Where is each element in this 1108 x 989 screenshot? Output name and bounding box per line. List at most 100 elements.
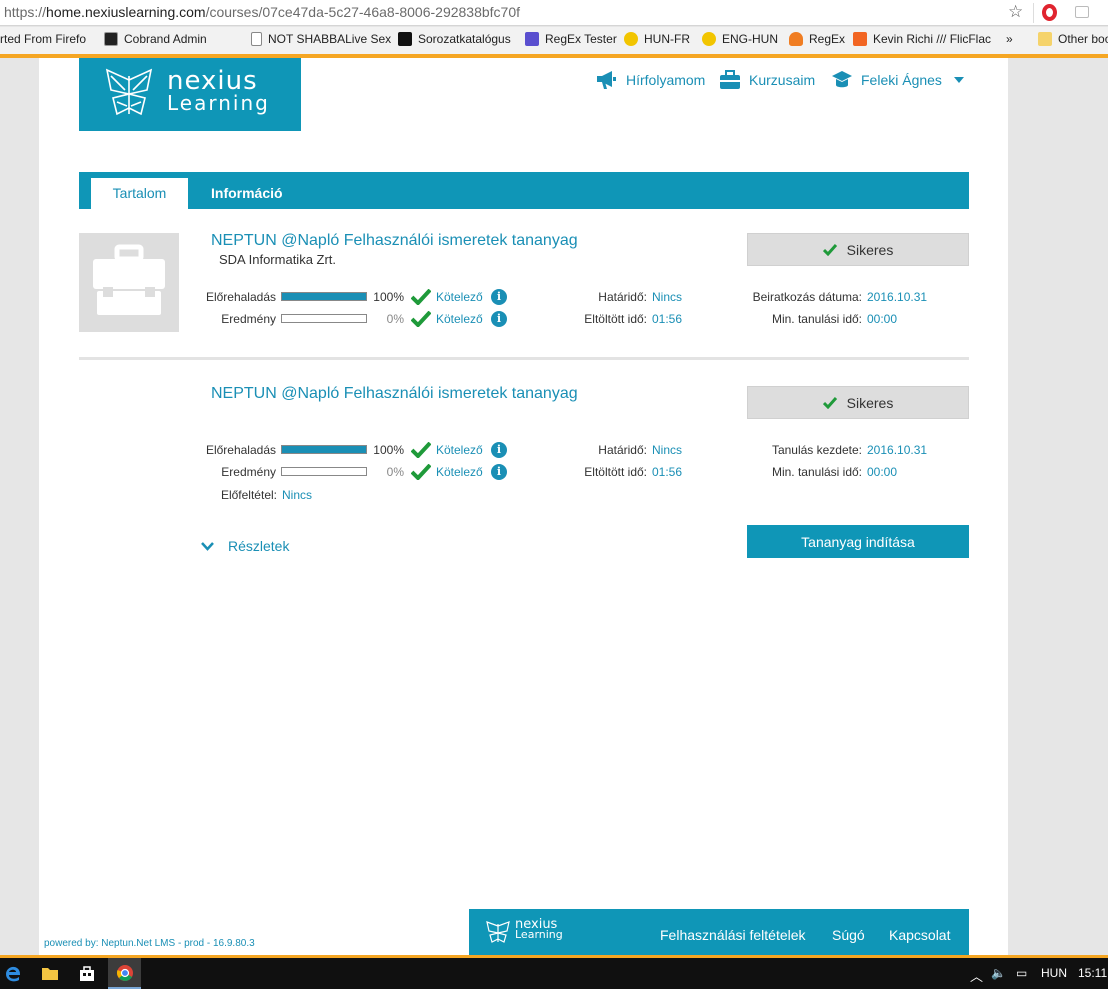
bookmark-folder[interactable]: Other boo — [1038, 32, 1108, 46]
info-icon[interactable]: i — [491, 311, 507, 327]
bookmark-label: Other boo — [1058, 32, 1108, 46]
course-title[interactable]: NEPTUN @Napló Felhasználói ismeretek tan… — [211, 232, 578, 250]
info-icon[interactable]: i — [491, 289, 507, 305]
url-field[interactable]: https://home.nexiuslearning.com/courses/… — [4, 4, 520, 20]
nav-feed[interactable]: Hírfolyamom — [596, 70, 705, 90]
bookmark-item[interactable]: Sorozatkatalógus — [398, 32, 511, 46]
nav-courses-label: Kurzusaim — [749, 72, 816, 88]
start-date-label: Tanulás kezdete: — [771, 443, 862, 457]
bookmark-item[interactable]: Kevin Richi /// FlicFlac — [853, 32, 991, 46]
material-result-row: Eredmény 0% Kötelező i Eltöltött idő: 01… — [39, 464, 1008, 480]
min-time-label: Min. tanulási idő: — [771, 465, 862, 479]
tray-expand-icon[interactable]: ︿ — [970, 966, 983, 985]
check-icon — [411, 442, 431, 458]
terminal-icon — [104, 32, 118, 46]
bookmark-item[interactable]: RegEx — [789, 32, 845, 46]
bookmark-label: HUN-FR — [644, 32, 690, 46]
volume-icon[interactable]: 🔈 — [991, 966, 1006, 980]
bookmark-label: RegEx — [809, 32, 846, 46]
address-bar[interactable]: https://home.nexiuslearning.com/courses/… — [0, 0, 1108, 26]
powered-by: powered by: Neptun.Net LMS - prod - 16.9… — [44, 938, 255, 949]
tab-info[interactable]: Információ — [211, 178, 283, 209]
result-bar — [281, 467, 367, 476]
required-label: Kötelező — [436, 290, 483, 304]
page: nexius Learning Hírfolyamom Kurzusaim Fe… — [39, 58, 1008, 955]
opera-extension-icon[interactable] — [1042, 4, 1057, 21]
logo-line-2: Learning — [167, 91, 270, 115]
url-scheme: https:// — [4, 4, 47, 20]
overflow-chevron-icon: » — [1006, 32, 1013, 46]
bookmark-label: Sorozatkatalógus — [418, 32, 511, 46]
progress-label: Előrehaladás — [205, 443, 276, 457]
prerequisite-label: Előfeltétel: — [220, 488, 277, 502]
tab-content[interactable]: Tartalom — [91, 178, 188, 209]
store-icon[interactable] — [74, 958, 100, 989]
spent-label: Eltöltött idő: — [584, 312, 647, 326]
required-tag: Kötelező — [411, 311, 483, 327]
start-material-button[interactable]: Tananyag indítása — [747, 525, 969, 558]
url-path: /courses/07ce47da-5c27-46a8-8006-292838b… — [205, 4, 521, 20]
store-bag-icon — [80, 965, 94, 981]
bookmark-label: NOT SHABBALive Sex — [268, 32, 392, 46]
progress-bar-fill — [282, 293, 366, 300]
user-menu[interactable]: Feleki Ágnes — [831, 70, 972, 90]
taskbar: ︿ 🔈 ▭ HUN 15:11 — [0, 958, 1108, 989]
info-icon[interactable]: i — [491, 442, 507, 458]
chrome-icon[interactable] — [108, 958, 141, 989]
required-tag: Kötelező — [411, 289, 483, 305]
logo[interactable]: nexius Learning — [79, 58, 301, 131]
check-icon — [822, 396, 837, 409]
details-toggle[interactable]: Részletek — [201, 538, 289, 554]
bookmark-label: Kevin Richi /// FlicFlac — [873, 32, 992, 46]
user-name: Feleki Ágnes — [861, 72, 942, 88]
footer-logo-line-2: Learning — [515, 928, 563, 941]
progress-percent: 100% — [373, 290, 404, 304]
dictionary-icon — [624, 32, 638, 46]
bookmark-item[interactable]: rted From Firefo — [0, 32, 86, 46]
spent-value: 01:56 — [652, 312, 683, 326]
deadline-value: Nincs — [652, 290, 683, 304]
min-time-value: 00:00 — [867, 312, 898, 326]
nav-courses[interactable]: Kurzusaim — [719, 70, 815, 90]
language-indicator[interactable]: HUN — [1041, 966, 1067, 980]
extension-icon[interactable] — [1075, 6, 1089, 18]
terms-link[interactable]: Felhasználási feltételek — [660, 927, 806, 943]
bookmark-item[interactable]: ENG-HUN — [702, 32, 778, 46]
bookmark-star-icon[interactable]: ☆ — [1008, 2, 1023, 22]
course-company: SDA Informatika Zrt. — [219, 252, 337, 267]
bookmark-item[interactable]: HUN-FR — [624, 32, 690, 46]
course-status-label: Sikeres — [846, 241, 894, 258]
bookmarks-bar: rted From Firefo Cobrand Admin NOT SHABB… — [0, 27, 1108, 54]
bookmark-item[interactable]: RegEx Tester — [525, 32, 617, 46]
enroll-value: 2016.10.31 — [867, 290, 928, 304]
edge-icon[interactable] — [0, 958, 26, 989]
check-icon — [822, 243, 837, 256]
logo-line-1: nexius — [167, 66, 258, 96]
bookmark-label: RegEx Tester — [545, 32, 617, 46]
logo-text: nexius Learning — [167, 66, 270, 115]
prerequisite-row: Előfeltétel: Nincs — [39, 487, 439, 503]
file-explorer-icon[interactable] — [37, 958, 63, 989]
tab-bar: Tartalom Információ — [79, 172, 969, 209]
bookmarks-overflow-button[interactable]: » — [1006, 32, 1013, 46]
result-percent: 0% — [386, 465, 404, 479]
deadline-label: Határidő: — [598, 443, 647, 457]
material-title[interactable]: NEPTUN @Napló Felhasználói ismeretek tan… — [211, 385, 578, 403]
edge-browser-icon — [6, 966, 20, 981]
url-host: home.nexiuslearning.com — [46, 4, 206, 20]
material-status-badge: Sikeres — [747, 386, 969, 419]
graduation-cap-icon — [832, 71, 852, 88]
result-bar — [281, 314, 367, 323]
deadline-value: Nincs — [652, 443, 683, 457]
course-result-row: Eredmény 0% Kötelező i Eltöltött idő: 01… — [39, 311, 1008, 327]
progress-percent: 100% — [373, 443, 404, 457]
network-icon[interactable]: ▭ — [1016, 966, 1027, 980]
contact-link[interactable]: Kapcsolat — [889, 927, 950, 943]
info-icon[interactable]: i — [491, 464, 507, 480]
clock[interactable]: 15:11 — [1078, 966, 1107, 980]
deadline-label: Határidő: — [598, 290, 647, 304]
bookmark-item[interactable]: NOT SHABBALive Sex — [251, 32, 391, 46]
help-link[interactable]: Súgó — [832, 927, 865, 943]
bookmark-item[interactable]: Cobrand Admin — [104, 32, 207, 46]
folder-icon — [1038, 32, 1052, 46]
